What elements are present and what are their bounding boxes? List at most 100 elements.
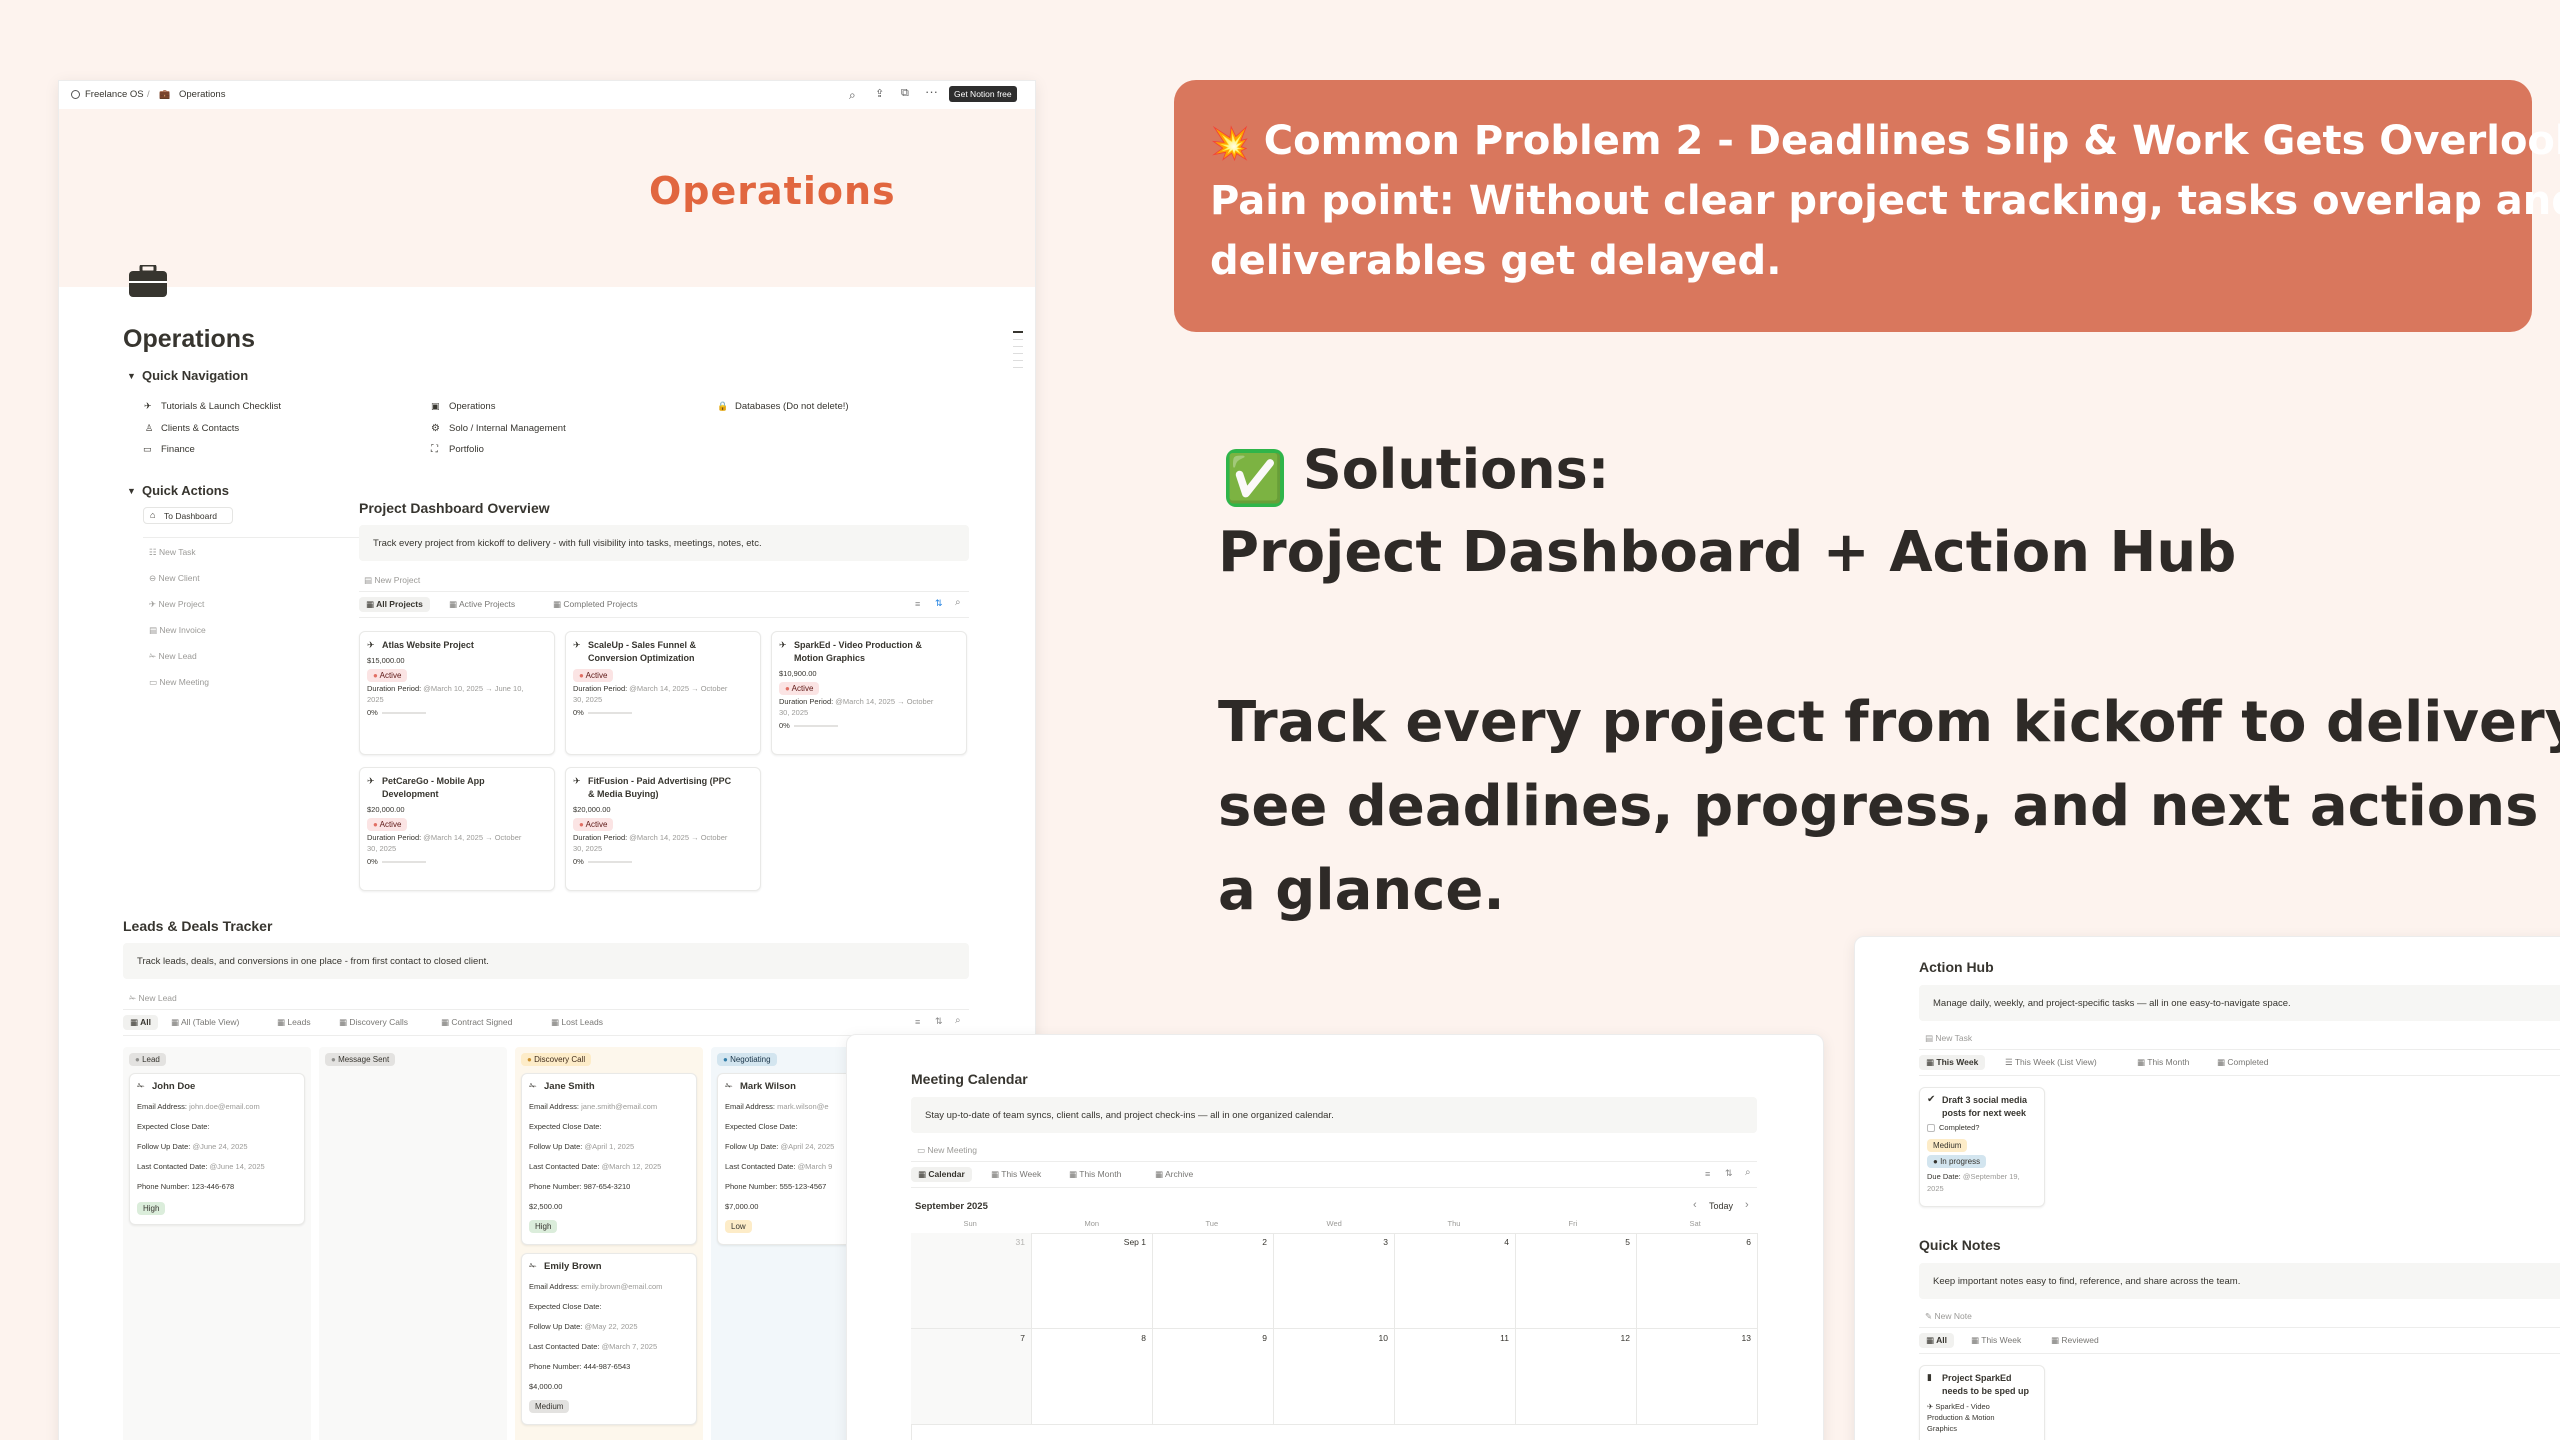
column-header[interactable]: ● Negotiating (717, 1053, 777, 1066)
tab-hub-completed[interactable]: ▦ Completed (2217, 1057, 2269, 1068)
lead-card[interactable]: ✁ Jane Smith Email Address: jane.smith@ema… (521, 1073, 697, 1245)
calendar-day-cell[interactable]: 13 (1637, 1329, 1758, 1425)
column-header[interactable]: ● Discovery Call (521, 1053, 592, 1066)
lead-tab-4[interactable]: ▦ Contract Signed (441, 1017, 512, 1028)
lead-card[interactable]: ✁ John Doe Email Address: john.doe@email.c… (129, 1073, 305, 1225)
new-project-button[interactable]: ▤ New Project (364, 575, 420, 586)
lead-tab-5[interactable]: ▦ Lost Leads (551, 1017, 603, 1028)
project-card[interactable]: ✈ Atlas Website Project $15,000.00 ● Active… (359, 631, 555, 755)
tab-this-month[interactable]: ▦ This Month (1069, 1169, 1121, 1180)
new-lead-action[interactable]: ✁ New Lead (149, 651, 197, 662)
quick-nav-heading[interactable]: Quick Navigation (142, 368, 248, 383)
prev-month-icon[interactable]: ‹ (1693, 1199, 1697, 1211)
search-db-icon[interactable]: ⌕ (955, 597, 961, 608)
breadcrumb-workspace[interactable]: Freelance OS (85, 89, 144, 100)
calendar-day-cell[interactable]: 3 (1274, 1233, 1395, 1329)
calendar-day-cell[interactable]: 10 (1274, 1329, 1395, 1425)
calendar-day-cell[interactable]: 11 (1395, 1329, 1516, 1425)
lead-tab-1[interactable]: ▦ All (Table View) (171, 1017, 239, 1028)
calendar-day-cell[interactable]: 7 (911, 1329, 1032, 1425)
nav-link-clients[interactable]: Clients & Contacts (161, 423, 239, 434)
nav-link-tutorials[interactable]: Tutorials & Launch Checklist (161, 401, 281, 412)
column-header[interactable]: ● Message Sent (325, 1053, 396, 1066)
next-month-icon[interactable]: › (1745, 1199, 1749, 1211)
weekday-label: Tue (1205, 1219, 1219, 1228)
progress: 0% (573, 708, 632, 717)
calendar-month: September 2025 (915, 1201, 988, 1212)
tab-archive[interactable]: ▦ Archive (1155, 1169, 1193, 1180)
nav-link-finance[interactable]: Finance (161, 444, 195, 455)
tab-hub-this-month[interactable]: ▦ This Month (2137, 1057, 2189, 1068)
calendar-day-cell[interactable]: Sep 1 (1032, 1233, 1153, 1329)
calendar-day-cell[interactable]: 6 (1637, 1233, 1758, 1329)
new-invoice-action[interactable]: ▤ New Invoice (149, 625, 206, 636)
calendar-day-cell[interactable]: 2 (1153, 1233, 1274, 1329)
task-card[interactable]: ✔ Draft 3 social media posts for next we… (1919, 1087, 2045, 1207)
lead-tab-label: Leads (287, 1017, 311, 1027)
new-task-action[interactable]: ☷ New Task (149, 547, 196, 558)
quick-actions-toggle[interactable]: ▼ (127, 486, 136, 496)
calendar-day-cell[interactable]: 4 (1395, 1233, 1516, 1329)
calendar-day-cell[interactable]: 12 (1516, 1329, 1637, 1425)
cal-search-icon[interactable]: ⌕ (1745, 1167, 1751, 1178)
tab-notes-reviewed[interactable]: ▦ Reviewed (2051, 1335, 2099, 1346)
sort-icon[interactable]: ⇅ (935, 598, 943, 609)
filter-icon[interactable]: ≡ (915, 599, 920, 609)
calendar-day-cell[interactable]: 31 (911, 1233, 1032, 1329)
tab-all-projects[interactable]: ▦ All Projects (359, 597, 430, 612)
duration-label: Duration Period: (573, 684, 628, 693)
new-task-button[interactable]: ▤ New Task (1925, 1033, 1972, 1044)
tab-this-week[interactable]: ▦ This Week (991, 1169, 1041, 1180)
new-client-action[interactable]: ⊖ New Client (149, 573, 200, 584)
tab-completed-projects[interactable]: ▦ Completed Projects (553, 599, 638, 610)
duplicate-icon[interactable]: ⧉ (901, 87, 909, 100)
outline-indicator[interactable] (1013, 331, 1023, 401)
to-dashboard-button[interactable]: ⌂ To Dashboard (143, 507, 233, 524)
share-icon[interactable]: ⇪ (875, 87, 884, 100)
note-card[interactable]: ▮ Project SparkEd needs to be sped up ✈ … (1919, 1365, 2045, 1440)
nav-link-operations[interactable]: Operations (449, 401, 495, 412)
project-card[interactable]: ✈ FitFusion - Paid Advertising (PPC & Medi… (565, 767, 761, 891)
tab-calendar[interactable]: ▦ Calendar (911, 1167, 972, 1182)
tab-notes-this-week[interactable]: ▦ This Week (1971, 1335, 2021, 1346)
tab-active-projects[interactable]: ▦ Active Projects (449, 599, 515, 610)
more-icon[interactable]: ··· (925, 84, 938, 99)
new-meeting-action[interactable]: ▭ New Meeting (149, 677, 209, 688)
leads-filter-icon[interactable]: ≡ (915, 1017, 920, 1027)
nav-link-solo[interactable]: Solo / Internal Management (449, 423, 566, 434)
breadcrumb-page[interactable]: Operations (179, 89, 225, 100)
leads-search-icon[interactable]: ⌕ (955, 1015, 961, 1026)
project-card[interactable]: ✈ ScaleUp - Sales Funnel & Conversion Opti… (565, 631, 761, 755)
tab-hub-this-week[interactable]: ▦ This Week (1919, 1055, 1986, 1070)
project-card[interactable]: ✈ PetCareGo - Mobile App Development $20,00… (359, 767, 555, 891)
calendar-day-cell[interactable]: 5 (1516, 1233, 1637, 1329)
calendar-day-cell[interactable]: 8 (1032, 1329, 1153, 1425)
tab-notes-all[interactable]: ▦ All (1919, 1333, 1954, 1348)
status-badge: ● Active (367, 818, 408, 831)
nav-link-databases[interactable]: Databases (Do not delete!) (735, 401, 849, 412)
cal-sort-icon[interactable]: ⇅ (1725, 1168, 1733, 1179)
today-button[interactable]: Today (1709, 1201, 1733, 1211)
new-lead-button[interactable]: ✁ New Lead (129, 993, 177, 1004)
new-meeting-button[interactable]: ▭ New Meeting (917, 1145, 977, 1156)
leads-sort-icon[interactable]: ⇅ (935, 1016, 943, 1027)
cal-filter-icon[interactable]: ≡ (1705, 1169, 1710, 1179)
completed-checkbox[interactable] (1927, 1124, 1935, 1132)
new-note-button[interactable]: ✎ New Note (1925, 1311, 1972, 1322)
lead-tab-2[interactable]: ▦ Leads (277, 1017, 311, 1028)
lead-tab-3[interactable]: ▦ Discovery Calls (339, 1017, 408, 1028)
get-notion-button[interactable]: Get Notion free (949, 86, 1017, 102)
nav-link-portfolio[interactable]: Portfolio (449, 444, 484, 455)
quick-actions-heading[interactable]: Quick Actions (142, 483, 229, 498)
lead-tab-0[interactable]: ▦ All (123, 1015, 158, 1030)
lead-card[interactable]: ✁ Emily Brown Email Address: emily.brown@e… (521, 1253, 697, 1425)
field-label: Expected Close Date: (137, 1122, 210, 1131)
tab-hub-list-view[interactable]: ☰ This Week (List View) (2005, 1057, 2097, 1068)
lead-name: John Doe (152, 1081, 196, 1092)
new-project-action[interactable]: ✈ New Project (149, 599, 204, 610)
search-icon[interactable]: ⌕ (849, 88, 856, 103)
quick-nav-toggle[interactable]: ▼ (127, 371, 136, 381)
project-card[interactable]: ✈ SparkEd - Video Production & Motion Grap… (771, 631, 967, 755)
calendar-day-cell[interactable]: 9 (1153, 1329, 1274, 1425)
column-header[interactable]: ● Lead (129, 1053, 166, 1066)
